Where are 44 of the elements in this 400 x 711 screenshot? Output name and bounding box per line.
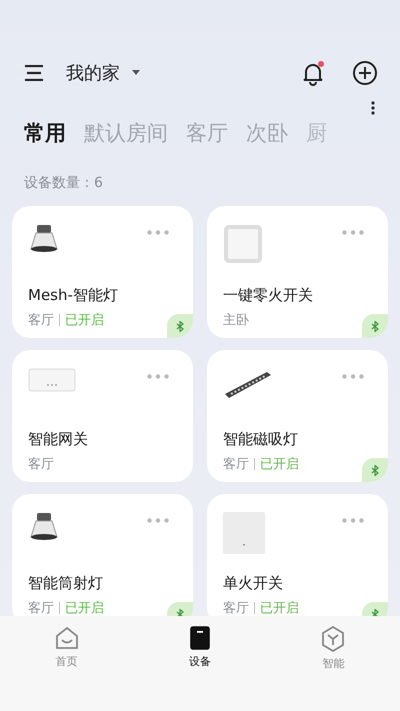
- device-card[interactable]: 单火开关 客厅 已开启: [207, 494, 388, 616]
- downlight-icon: [28, 512, 60, 542]
- caret-icon[interactable]: [132, 70, 140, 76]
- device-status: 已开启: [65, 312, 104, 329]
- hexagon-icon: [321, 626, 346, 652]
- more-options-icon[interactable]: [342, 374, 364, 379]
- device-card[interactable]: 智能筒射灯 客厅 已开启: [12, 494, 193, 616]
- device-status: 已开启: [260, 456, 299, 473]
- switch-panel-icon: [223, 512, 265, 554]
- room-label: 客厅: [28, 600, 54, 616]
- device-name: 智能磁吸灯: [223, 430, 299, 449]
- downlight-icon: [28, 224, 60, 254]
- device-icon: [190, 626, 210, 650]
- device-status: 已开启: [260, 600, 299, 616]
- more-options-icon[interactable]: [147, 518, 169, 523]
- room-label: 客厅: [28, 312, 54, 329]
- more-options-icon[interactable]: [342, 230, 364, 235]
- device-name: 智能筒射灯: [28, 574, 104, 593]
- gateway-icon: [28, 368, 76, 392]
- menu-icon[interactable]: [24, 65, 44, 81]
- room-tab[interactable]: 常用: [24, 119, 66, 147]
- room-label: 客厅: [28, 456, 54, 473]
- more-options-icon[interactable]: [147, 230, 169, 235]
- more-options-icon[interactable]: [147, 374, 169, 379]
- device-card[interactable]: 智能网关 客厅: [12, 350, 193, 482]
- device-name: 一键零火开关: [223, 286, 314, 305]
- nav-tab[interactable]: 设备: [160, 626, 240, 711]
- room-label: 客厅: [223, 456, 249, 473]
- device-status: 已开启: [65, 600, 104, 616]
- room-label: 客厅: [223, 600, 249, 616]
- room-label: 主卧: [223, 312, 249, 329]
- device-card[interactable]: 一键零火开关 主卧: [207, 206, 388, 338]
- more-icon[interactable]: [371, 101, 375, 115]
- more-options-icon[interactable]: [342, 518, 364, 523]
- device-count: 设备数量：6: [23, 174, 104, 192]
- device-card[interactable]: 智能磁吸灯 客厅 已开启: [207, 350, 388, 482]
- device-card[interactable]: Mesh-智能灯 客厅 已开启: [12, 206, 193, 338]
- device-name: 智能网关: [28, 430, 89, 449]
- add-icon[interactable]: [352, 60, 378, 86]
- device-name: Mesh-智能灯: [28, 286, 119, 305]
- home-icon: [54, 626, 79, 650]
- switch-icon: [223, 224, 263, 264]
- device-name: 单火开关: [223, 574, 284, 593]
- home-selector[interactable]: 我的家: [66, 61, 120, 85]
